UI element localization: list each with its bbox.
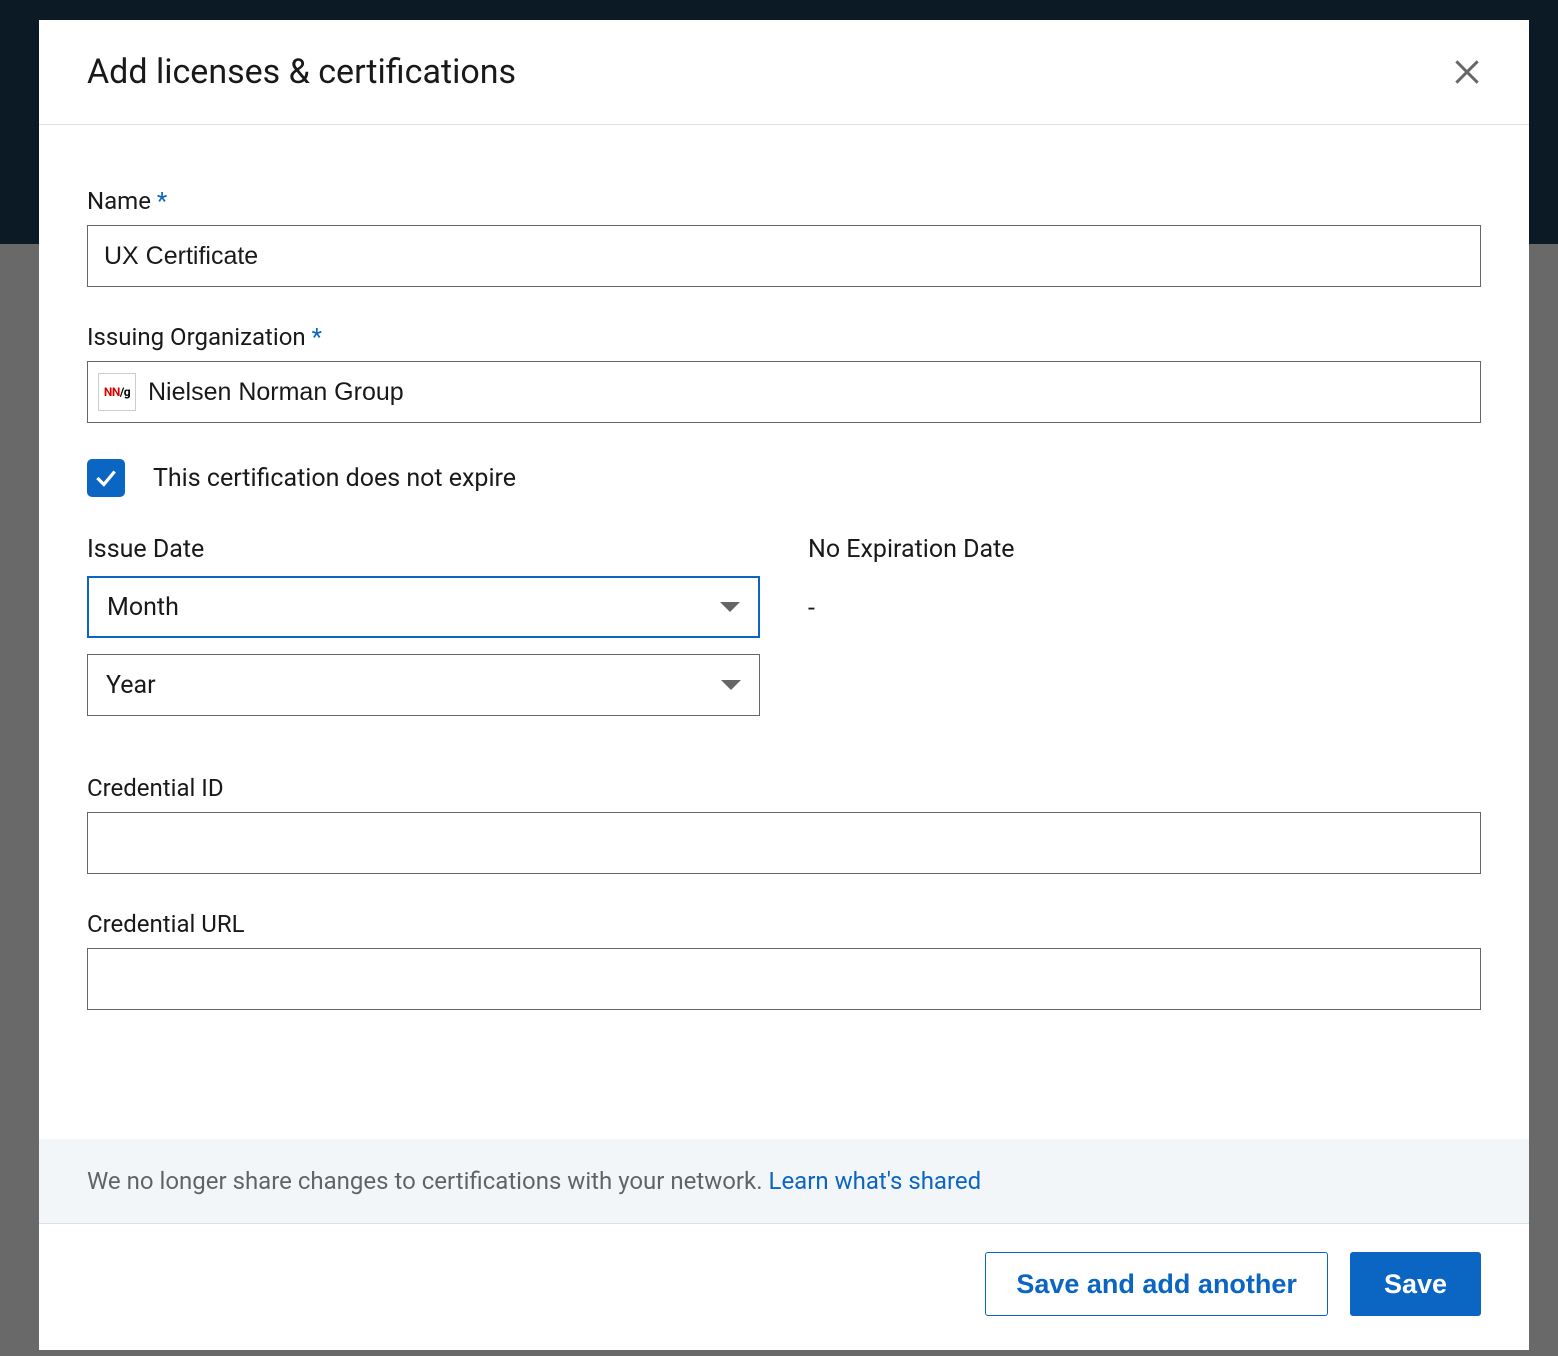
org-input[interactable] <box>148 362 1470 422</box>
no-expire-row: This certification does not expire <box>87 459 1481 497</box>
chevron-down-icon <box>720 602 740 612</box>
required-indicator: * <box>312 323 322 351</box>
required-indicator: * <box>157 187 167 215</box>
modal-header: Add licenses & certifications <box>39 20 1529 125</box>
expiry-date-label: No Expiration Date <box>808 535 1481 564</box>
issue-year-value: Year <box>106 671 156 700</box>
close-button[interactable] <box>1445 50 1489 94</box>
add-certification-modal: Add licenses & certifications Name * Iss… <box>39 20 1529 1350</box>
issue-date-label: Issue Date <box>87 535 760 564</box>
save-and-add-another-button[interactable]: Save and add another <box>985 1252 1328 1316</box>
credential-id-input[interactable] <box>87 812 1481 874</box>
org-input-wrapper[interactable]: NN/g <box>87 361 1481 423</box>
name-field-group: Name * <box>87 187 1481 287</box>
credential-url-input[interactable] <box>87 948 1481 1010</box>
org-field-group: Issuing Organization * NN/g <box>87 323 1481 423</box>
name-label-text: Name <box>87 187 151 215</box>
no-expire-label: This certification does not expire <box>153 464 516 493</box>
info-banner: We no longer share changes to certificat… <box>39 1139 1529 1224</box>
modal-footer: Save and add another Save <box>39 1224 1529 1350</box>
org-label: Issuing Organization * <box>87 323 1481 351</box>
issue-date-column: Issue Date Month Year <box>87 535 760 732</box>
org-label-text: Issuing Organization <box>87 323 306 351</box>
expiry-date-value: - <box>808 576 1481 623</box>
learn-more-link[interactable]: Learn what's shared <box>769 1167 982 1195</box>
expiry-date-column: No Expiration Date - <box>808 535 1481 732</box>
issue-month-select[interactable]: Month <box>87 576 760 638</box>
info-banner-text: We no longer share changes to certificat… <box>87 1167 769 1195</box>
chevron-down-icon <box>721 680 741 690</box>
credential-id-group: Credential ID <box>87 774 1481 874</box>
no-expire-checkbox[interactable] <box>87 459 125 497</box>
modal-title: Add licenses & certifications <box>87 52 516 92</box>
credential-id-label: Credential ID <box>87 774 1481 802</box>
date-row: Issue Date Month Year No Expiration Date… <box>87 535 1481 732</box>
credential-url-label: Credential URL <box>87 910 1481 938</box>
save-button[interactable]: Save <box>1350 1252 1481 1316</box>
checkmark-icon <box>93 465 119 491</box>
name-input[interactable] <box>87 225 1481 287</box>
close-icon <box>1451 56 1483 88</box>
name-label: Name * <box>87 187 1481 215</box>
issue-year-select[interactable]: Year <box>87 654 760 716</box>
credential-url-group: Credential URL <box>87 910 1481 1010</box>
issue-month-value: Month <box>107 593 179 622</box>
modal-body: Name * Issuing Organization * NN/g <box>39 125 1529 1139</box>
org-logo-icon: NN/g <box>98 373 136 411</box>
